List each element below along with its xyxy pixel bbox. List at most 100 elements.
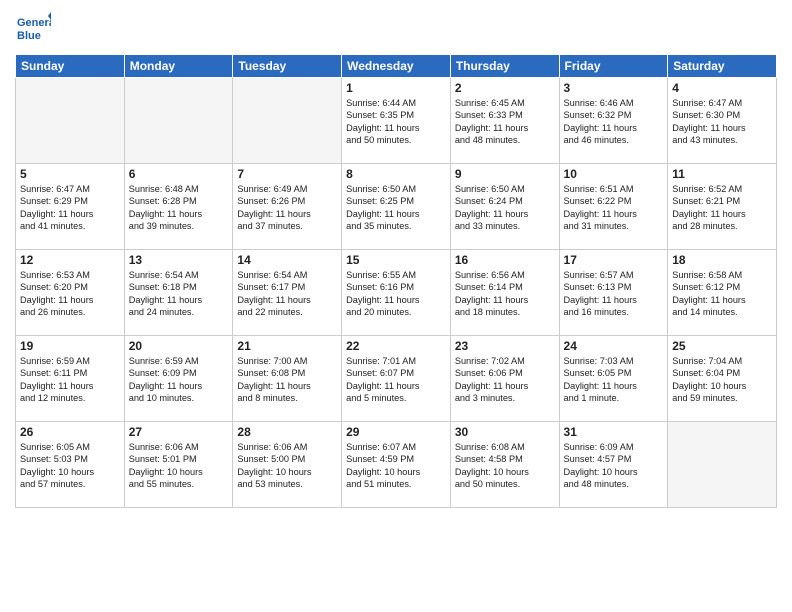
day-info: Sunrise: 6:45 AM Sunset: 6:33 PM Dayligh… — [455, 97, 555, 147]
day-number: 20 — [129, 339, 229, 353]
logo-svg: General Blue — [15, 10, 51, 46]
calendar-cell: 25Sunrise: 7:04 AM Sunset: 6:04 PM Dayli… — [668, 336, 777, 422]
page: General Blue SundayMondayTuesdayWednesda… — [0, 0, 792, 612]
weekday-header-sunday: Sunday — [16, 55, 125, 78]
calendar-cell: 21 Sunrise: 7:00 AM Sunset: 6:08 PM Dayli… — [233, 336, 342, 422]
weekday-header-row: SundayMondayTuesdayWednesdayThursdayFrid… — [16, 55, 777, 78]
day-number: 25 — [672, 339, 772, 353]
calendar-cell: 20Sunrise: 6:59 AM Sunset: 6:09 PM Dayli… — [124, 336, 233, 422]
calendar-cell: 26 Sunrise: 6:05 AM Sunset: 5:03 PM Dayli… — [16, 422, 125, 508]
weekday-header-wednesday: Wednesday — [342, 55, 451, 78]
calendar-cell: 24 Sunrise: 7:03 AM Sunset: 6:05 PM Dayli… — [559, 336, 668, 422]
calendar-table: SundayMondayTuesdayWednesdayThursdayFrid… — [15, 54, 777, 508]
day-number: 9 — [455, 167, 555, 181]
calendar-cell: 10Sunrise: 6:51 AM Sunset: 6:22 PM Dayli… — [559, 164, 668, 250]
day-info: Sunrise: 6:07 AM Sunset: 4:59 PM Dayligh… — [346, 441, 446, 491]
week-row-3: 19 Sunrise: 6:59 AM Sunset: 6:11 PM Dayli… — [16, 336, 777, 422]
day-info: Sunrise: 6:58 AM Sunset: 6:12 PM Dayligh… — [672, 269, 772, 319]
day-number: 17 — [564, 253, 664, 267]
day-number: 21 — [237, 339, 337, 353]
weekday-header-monday: Monday — [124, 55, 233, 78]
week-row-4: 26 Sunrise: 6:05 AM Sunset: 5:03 PM Dayli… — [16, 422, 777, 508]
day-info: Sunrise: 6:53 AM Sunset: 6:20 PM Dayligh… — [20, 269, 120, 319]
day-info: Sunrise: 6:55 AM Sunset: 6:16 PM Dayligh… — [346, 269, 446, 319]
weekday-header-saturday: Saturday — [668, 55, 777, 78]
day-info: Sunrise: 6:50 AM Sunset: 6:25 PM Dayligh… — [346, 183, 446, 233]
day-number: 1 — [346, 81, 446, 95]
day-number: 3 — [564, 81, 664, 95]
calendar-cell: 16 Sunrise: 6:56 AM Sunset: 6:14 PM Dayli… — [450, 250, 559, 336]
day-number: 24 — [564, 339, 664, 353]
day-number: 31 — [564, 425, 664, 439]
day-number: 8 — [346, 167, 446, 181]
calendar-cell: 7Sunrise: 6:49 AM Sunset: 6:26 PM Daylig… — [233, 164, 342, 250]
day-info: Sunrise: 6:52 AM Sunset: 6:21 PM Dayligh… — [672, 183, 772, 233]
calendar-cell: 3 Sunrise: 6:46 AM Sunset: 6:32 PM Daylig… — [559, 78, 668, 164]
day-info: Sunrise: 6:06 AM Sunset: 5:01 PM Dayligh… — [129, 441, 229, 491]
day-number: 28 — [237, 425, 337, 439]
day-info: Sunrise: 6:54 AM Sunset: 6:17 PM Dayligh… — [237, 269, 337, 319]
day-number: 5 — [20, 167, 120, 181]
day-number: 27 — [129, 425, 229, 439]
day-number: 2 — [455, 81, 555, 95]
day-info: Sunrise: 6:05 AM Sunset: 5:03 PM Dayligh… — [20, 441, 120, 491]
day-number: 15 — [346, 253, 446, 267]
day-info: Sunrise: 6:56 AM Sunset: 6:14 PM Dayligh… — [455, 269, 555, 319]
calendar-cell: 12 Sunrise: 6:53 AM Sunset: 6:20 PM Dayli… — [16, 250, 125, 336]
calendar-cell: 2 Sunrise: 6:45 AM Sunset: 6:33 PM Daylig… — [450, 78, 559, 164]
logo: General Blue — [15, 10, 55, 46]
day-info: Sunrise: 6:49 AM Sunset: 6:26 PM Dayligh… — [237, 183, 337, 233]
calendar-cell: 6Sunrise: 6:48 AM Sunset: 6:28 PM Daylig… — [124, 164, 233, 250]
svg-text:Blue: Blue — [17, 30, 41, 42]
weekday-header-tuesday: Tuesday — [233, 55, 342, 78]
day-info: Sunrise: 6:50 AM Sunset: 6:24 PM Dayligh… — [455, 183, 555, 233]
calendar-cell — [16, 78, 125, 164]
calendar-cell: 17 Sunrise: 6:57 AM Sunset: 6:13 PM Dayli… — [559, 250, 668, 336]
day-number: 18 — [672, 253, 772, 267]
day-info: Sunrise: 6:08 AM Sunset: 4:58 PM Dayligh… — [455, 441, 555, 491]
calendar-cell — [233, 78, 342, 164]
week-row-1: 5 Sunrise: 6:47 AM Sunset: 6:29 PM Daylig… — [16, 164, 777, 250]
day-info: Sunrise: 6:54 AM Sunset: 6:18 PM Dayligh… — [129, 269, 229, 319]
weekday-header-friday: Friday — [559, 55, 668, 78]
day-number: 10 — [564, 167, 664, 181]
day-info: Sunrise: 6:57 AM Sunset: 6:13 PM Dayligh… — [564, 269, 664, 319]
day-info: Sunrise: 7:00 AM Sunset: 6:08 PM Dayligh… — [237, 355, 337, 405]
calendar-cell: 4Sunrise: 6:47 AM Sunset: 6:30 PM Daylig… — [668, 78, 777, 164]
calendar-cell: 8 Sunrise: 6:50 AM Sunset: 6:25 PM Daylig… — [342, 164, 451, 250]
day-info: Sunrise: 6:59 AM Sunset: 6:11 PM Dayligh… — [20, 355, 120, 405]
calendar-cell: 22Sunrise: 7:01 AM Sunset: 6:07 PM Dayli… — [342, 336, 451, 422]
day-info: Sunrise: 6:44 AM Sunset: 6:35 PM Dayligh… — [346, 97, 446, 147]
day-info: Sunrise: 6:09 AM Sunset: 4:57 PM Dayligh… — [564, 441, 664, 491]
calendar-cell: 29 Sunrise: 6:07 AM Sunset: 4:59 PM Dayli… — [342, 422, 451, 508]
calendar-cell: 13 Sunrise: 6:54 AM Sunset: 6:18 PM Dayli… — [124, 250, 233, 336]
day-number: 23 — [455, 339, 555, 353]
calendar-cell: 27 Sunrise: 6:06 AM Sunset: 5:01 PM Dayli… — [124, 422, 233, 508]
day-number: 13 — [129, 253, 229, 267]
calendar-cell: 9 Sunrise: 6:50 AM Sunset: 6:24 PM Daylig… — [450, 164, 559, 250]
day-number: 14 — [237, 253, 337, 267]
calendar-cell: 14 Sunrise: 6:54 AM Sunset: 6:17 PM Dayli… — [233, 250, 342, 336]
day-number: 26 — [20, 425, 120, 439]
calendar-cell: 15 Sunrise: 6:55 AM Sunset: 6:16 PM Dayli… — [342, 250, 451, 336]
calendar-cell: 23 Sunrise: 7:02 AM Sunset: 6:06 PM Dayli… — [450, 336, 559, 422]
svg-text:General: General — [17, 17, 51, 29]
calendar-cell: 31 Sunrise: 6:09 AM Sunset: 4:57 PM Dayli… — [559, 422, 668, 508]
day-info: Sunrise: 6:47 AM Sunset: 6:29 PM Dayligh… — [20, 183, 120, 233]
day-number: 29 — [346, 425, 446, 439]
calendar-cell: 30Sunrise: 6:08 AM Sunset: 4:58 PM Dayli… — [450, 422, 559, 508]
header: General Blue — [15, 10, 777, 46]
day-number: 11 — [672, 167, 772, 181]
day-info: Sunrise: 7:03 AM Sunset: 6:05 PM Dayligh… — [564, 355, 664, 405]
calendar-cell: 11 Sunrise: 6:52 AM Sunset: 6:21 PM Dayli… — [668, 164, 777, 250]
week-row-0: 1 Sunrise: 6:44 AM Sunset: 6:35 PM Daylig… — [16, 78, 777, 164]
calendar-cell — [124, 78, 233, 164]
weekday-header-thursday: Thursday — [450, 55, 559, 78]
day-info: Sunrise: 7:02 AM Sunset: 6:06 PM Dayligh… — [455, 355, 555, 405]
day-number: 12 — [20, 253, 120, 267]
day-info: Sunrise: 6:06 AM Sunset: 5:00 PM Dayligh… — [237, 441, 337, 491]
day-number: 16 — [455, 253, 555, 267]
calendar-cell: 18 Sunrise: 6:58 AM Sunset: 6:12 PM Dayli… — [668, 250, 777, 336]
day-number: 19 — [20, 339, 120, 353]
day-info: Sunrise: 6:46 AM Sunset: 6:32 PM Dayligh… — [564, 97, 664, 147]
